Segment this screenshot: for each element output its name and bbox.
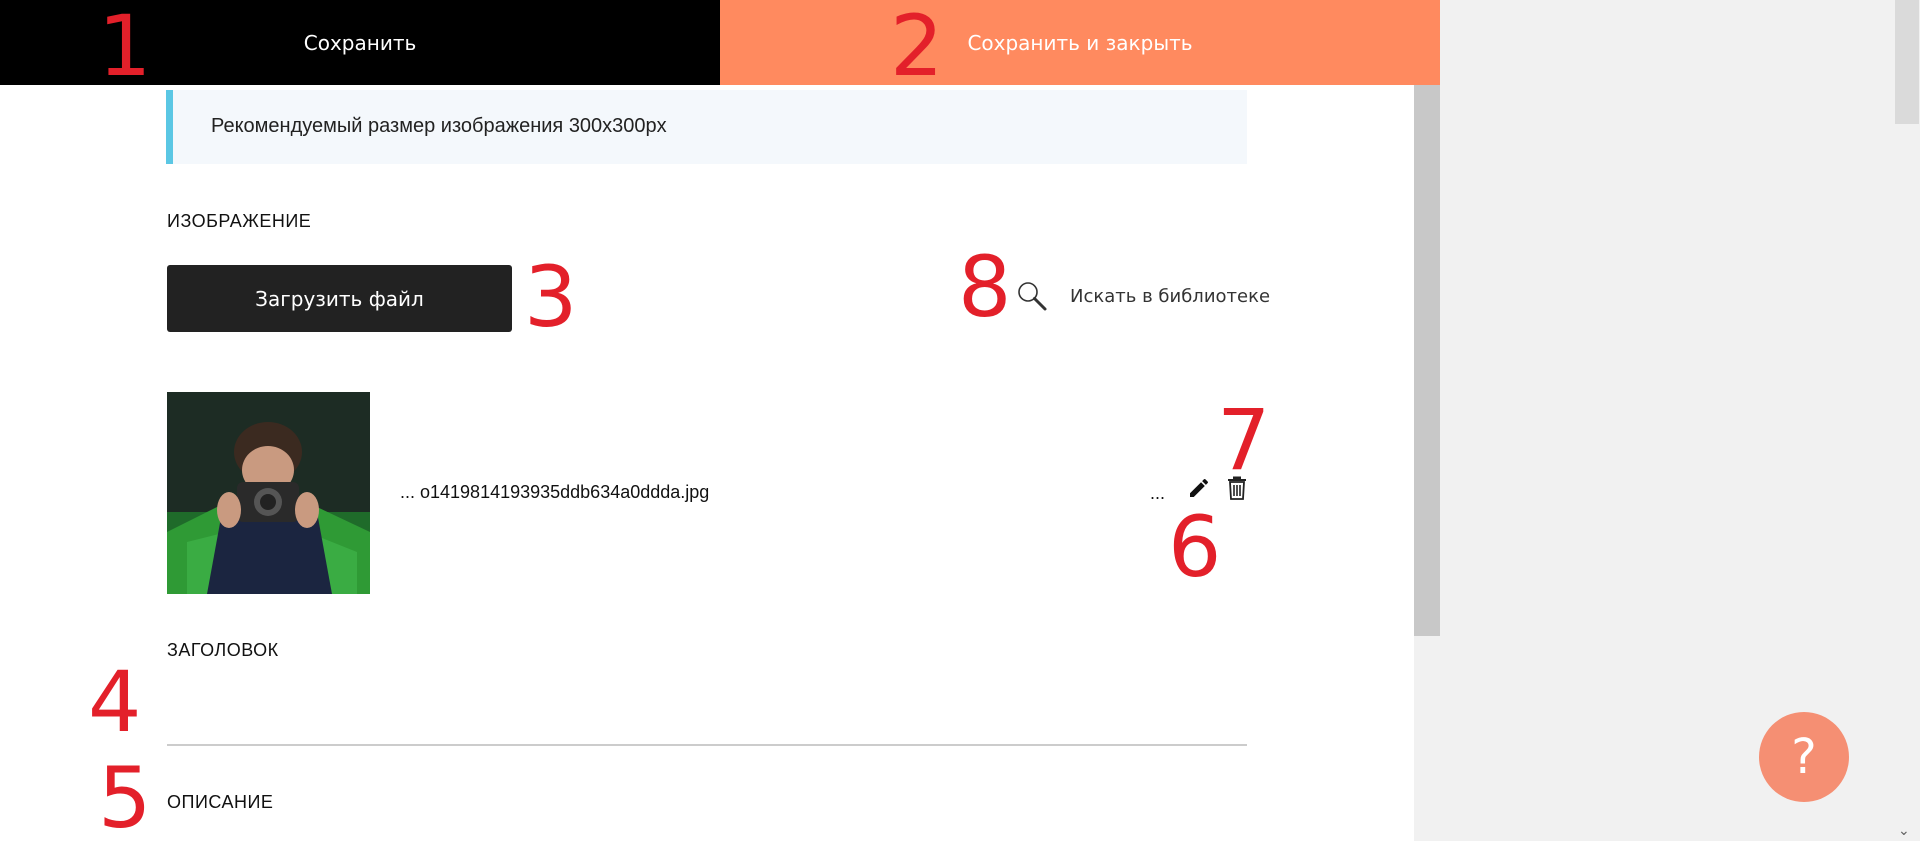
notice-text: Рекомендуемый размер изображения 300x300… [211, 115, 667, 137]
annotation-3: 3 [524, 248, 578, 346]
file-name: ... o1419814193935ddb634a0ddda.jpg [400, 482, 710, 502]
page-scrollbar-thumb[interactable] [1895, 0, 1919, 124]
help-button[interactable]: ? [1759, 712, 1849, 802]
title-section-label: ЗАГОЛОВОК [167, 640, 279, 660]
annotation-4: 4 [88, 653, 142, 751]
annotation-7: 7 [1217, 391, 1271, 489]
annotation-2: 2 [890, 0, 944, 95]
upload-file-button[interactable]: Загрузить файл [167, 265, 512, 332]
content-scrollbar-thumb[interactable] [1414, 85, 1440, 636]
annotation-5: 5 [98, 749, 152, 847]
description-section-label: ОПИСАНИЕ [167, 792, 274, 812]
editor-content: Рекомендуемый размер изображения 300x300… [0, 85, 1414, 841]
content-scrollbar[interactable] [1414, 85, 1440, 841]
uploaded-image-thumbnail [167, 392, 370, 594]
annotation-8: 8 [958, 238, 1012, 336]
more-options-button[interactable]: ... [1150, 483, 1165, 504]
annotation-6: 6 [1168, 498, 1222, 596]
search-library-link[interactable]: Искать в библиотеке [1016, 280, 1270, 312]
scroll-down-arrow-icon[interactable]: ⌄ [1898, 822, 1910, 839]
right-panel [1440, 0, 1894, 841]
search-icon [1018, 282, 1047, 311]
annotation-1: 1 [98, 0, 152, 95]
top-toolbar: Сохранить Сохранить и закрыть [0, 0, 1440, 85]
page-scrollbar[interactable] [1894, 0, 1920, 841]
image-size-notice: Рекомендуемый размер изображения 300x300… [166, 90, 1247, 164]
image-section-label: ИЗОБРАЖЕНИЕ [167, 211, 312, 231]
search-library-label: Искать в библиотеке [1070, 285, 1271, 307]
title-input-underline[interactable] [167, 744, 1247, 746]
save-and-close-button[interactable]: Сохранить и закрыть [720, 0, 1440, 85]
